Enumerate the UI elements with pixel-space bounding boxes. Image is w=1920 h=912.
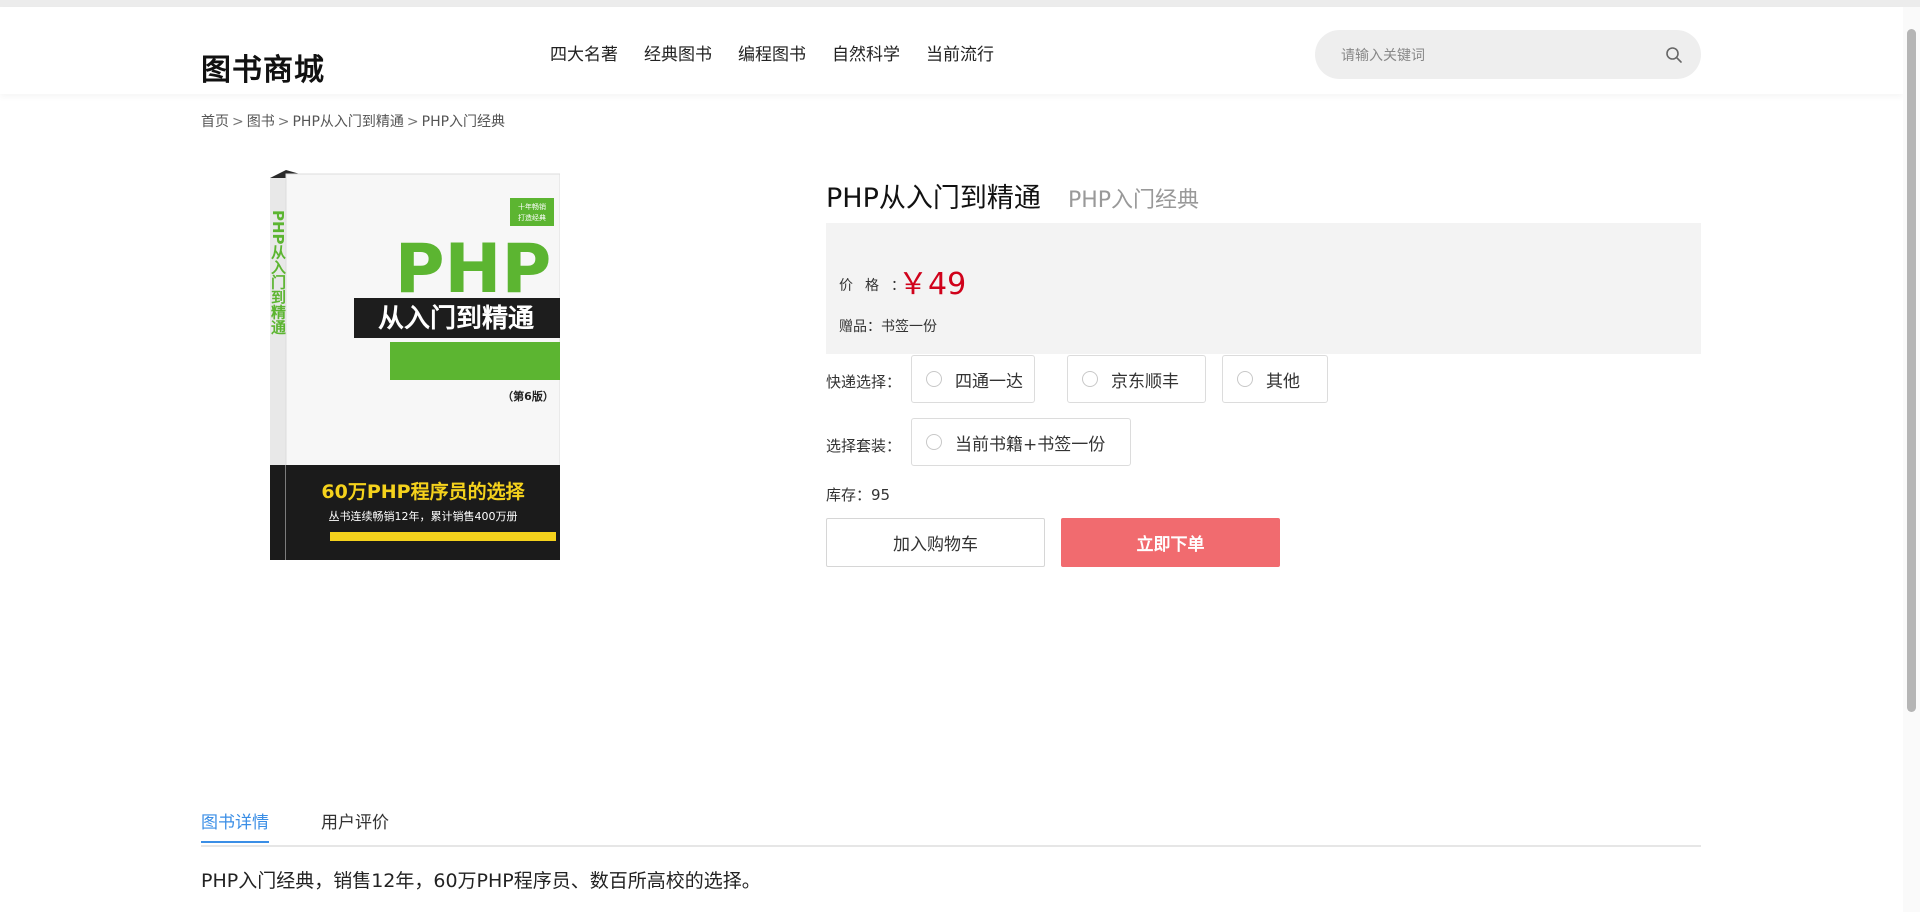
option-label: 其他 bbox=[1266, 371, 1300, 392]
cover-spine-title: PHP从入门到精通 bbox=[270, 210, 287, 335]
bundle-option-book-bookmark[interactable]: 当前书籍+书签一份 bbox=[911, 418, 1131, 466]
scrollbar-thumb[interactable] bbox=[1907, 29, 1916, 712]
option-label: 四通一达 bbox=[955, 371, 1023, 392]
cover-title-php: PHP bbox=[395, 230, 552, 309]
book-description: PHP入门经典，销售12年，60万PHP程序员、数百所高校的选择。 bbox=[201, 870, 761, 892]
option-label: 当前书籍+书签一份 bbox=[955, 434, 1106, 455]
cover-spine-bottom bbox=[270, 465, 286, 560]
book-cover-image: PHP从入门到精通 十年畅销 打造经典 PHP 从入门到精通 （第6版） 60万… bbox=[270, 170, 560, 560]
radio-icon[interactable] bbox=[1082, 371, 1098, 387]
breadcrumb-category[interactable]: PHP从入门到精通 bbox=[292, 114, 403, 130]
detail-tabs: 图书详情 用户评价 bbox=[201, 808, 1701, 847]
breadcrumb: 首页 > 图书 > PHP从入门到精通 > PHP入门经典 bbox=[201, 111, 505, 131]
breadcrumb-books[interactable]: 图书 bbox=[247, 114, 275, 130]
site-header: 图书商城 四大名著 经典图书 编程图书 自然科学 当前流行 bbox=[0, 7, 1903, 94]
price-panel: 价格： ￥49 赠品：书签一份 bbox=[826, 223, 1701, 354]
breadcrumb-separator: > bbox=[277, 114, 290, 130]
nav-item-classic-books[interactable]: 经典图书 bbox=[644, 40, 712, 65]
main-nav: 四大名著 经典图书 编程图书 自然科学 当前流行 bbox=[550, 40, 994, 65]
express-option-sitongyida[interactable]: 四通一达 bbox=[911, 355, 1035, 403]
stock-info: 库存：95 bbox=[826, 486, 891, 504]
radio-icon[interactable] bbox=[926, 434, 942, 450]
cover-banner-line1: 60万PHP程序员的选择 bbox=[321, 480, 525, 503]
price-label-text: 价格 bbox=[839, 278, 891, 294]
nav-item-science[interactable]: 自然科学 bbox=[832, 40, 900, 65]
tab-user-reviews[interactable]: 用户评价 bbox=[321, 808, 389, 841]
nav-item-programming[interactable]: 编程图书 bbox=[738, 40, 806, 65]
product-subtitle: PHP入门经典 bbox=[1067, 188, 1200, 213]
search-icon[interactable] bbox=[1665, 46, 1683, 64]
price-value: ￥49 bbox=[898, 267, 967, 302]
cover-bottom-strip bbox=[330, 532, 556, 541]
cover-feature-band bbox=[390, 342, 560, 380]
option-label: 京东顺丰 bbox=[1111, 371, 1179, 392]
search-input[interactable] bbox=[1339, 43, 1643, 69]
express-option-other[interactable]: 其他 bbox=[1222, 355, 1328, 403]
cover-badge-bottom: 打造经典 bbox=[518, 213, 546, 222]
breadcrumb-separator: > bbox=[232, 114, 244, 130]
page-scrollbar[interactable] bbox=[1903, 7, 1920, 912]
cover-badge-top: 十年畅销 bbox=[518, 202, 546, 211]
breadcrumb-current: PHP入门经典 bbox=[421, 114, 506, 130]
tab-book-details[interactable]: 图书详情 bbox=[201, 808, 269, 843]
radio-icon[interactable] bbox=[1237, 371, 1253, 387]
gift-info: 赠品：书签一份 bbox=[839, 319, 937, 335]
site-logo[interactable]: 图书商城 bbox=[201, 45, 325, 89]
cover-banner-line2: 丛书连续畅销12年，累计销售400万册 bbox=[329, 509, 518, 523]
buy-now-button[interactable]: 立即下单 bbox=[1061, 518, 1280, 567]
nav-item-popular[interactable]: 当前流行 bbox=[926, 40, 994, 65]
search-box bbox=[1315, 30, 1701, 79]
cover-edition: （第6版） bbox=[502, 389, 554, 403]
radio-icon[interactable] bbox=[926, 371, 942, 387]
product-title: PHP从入门到精通 bbox=[826, 183, 1041, 214]
add-to-cart-button[interactable]: 加入购物车 bbox=[826, 518, 1045, 567]
bundle-label: 选择套装： bbox=[826, 437, 902, 455]
cover-title-cn: 从入门到精通 bbox=[378, 304, 534, 334]
product-title-row: PHP从入门到精通 PHP入门经典 bbox=[826, 176, 1199, 215]
nav-item-classics[interactable]: 四大名著 bbox=[550, 40, 618, 65]
express-option-jd-sf[interactable]: 京东顺丰 bbox=[1067, 355, 1206, 403]
breadcrumb-separator: > bbox=[406, 114, 419, 130]
breadcrumb-home[interactable]: 首页 bbox=[201, 114, 229, 130]
price-label: 价格： bbox=[839, 275, 905, 295]
browser-top-strip bbox=[0, 0, 1920, 7]
express-label: 快递选择： bbox=[826, 373, 902, 391]
